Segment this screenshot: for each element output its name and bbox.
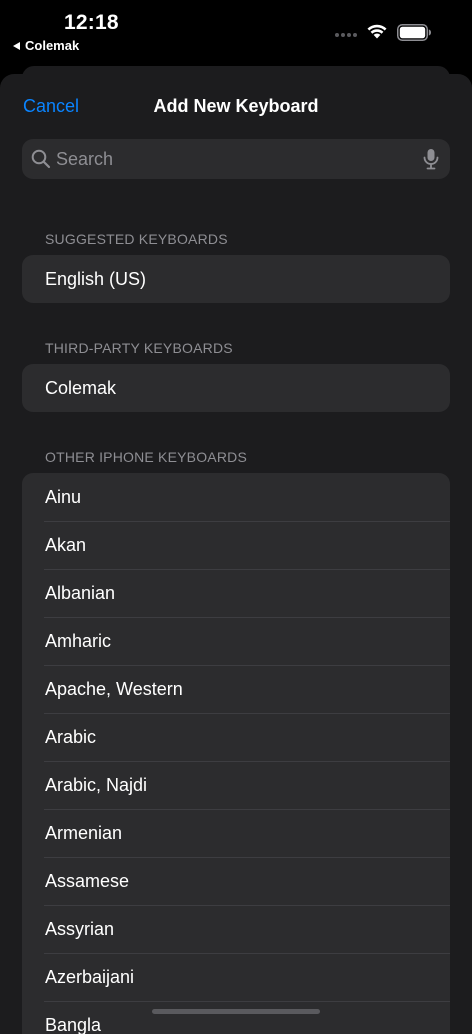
keyboard-row[interactable]: English (US): [22, 255, 450, 303]
cellular-signal-icon: [335, 33, 357, 37]
wifi-icon: [367, 24, 387, 39]
add-keyboard-sheet: Cancel Add New Keyboard SUGGESTED KEYBOA…: [0, 74, 472, 1034]
keyboard-row[interactable]: Akan: [22, 521, 450, 569]
keyboard-row[interactable]: Amharic: [22, 617, 450, 665]
magnifier-icon: [31, 149, 51, 169]
keyboard-row[interactable]: Arabic: [22, 713, 450, 761]
other-keyboards-list: Ainu Akan Albanian Amharic Apache, Weste…: [22, 473, 450, 1034]
battery-icon: [397, 24, 431, 41]
status-time: 12:18: [64, 11, 119, 34]
back-app-label: Colemak: [25, 38, 80, 53]
section-header-other: OTHER IPHONE KEYBOARDS: [45, 449, 247, 465]
keyboard-row[interactable]: Albanian: [22, 569, 450, 617]
section-header-suggested: SUGGESTED KEYBOARDS: [45, 231, 228, 247]
keyboard-row[interactable]: Colemak: [22, 364, 450, 412]
keyboard-row[interactable]: Ainu: [22, 473, 450, 521]
home-indicator[interactable]: [152, 1009, 320, 1014]
back-triangle-icon: [13, 41, 20, 50]
status-bar: 12:18 Colemak: [0, 0, 472, 62]
search-bar[interactable]: [22, 139, 450, 179]
keyboard-row[interactable]: Apache, Western: [22, 665, 450, 713]
suggested-keyboards-list: English (US): [22, 255, 450, 303]
keyboard-row[interactable]: Arabic, Najdi: [22, 761, 450, 809]
keyboard-row[interactable]: Bangla: [22, 1001, 450, 1034]
third-party-keyboards-list: Colemak: [22, 364, 450, 412]
keyboard-row[interactable]: Assamese: [22, 857, 450, 905]
microphone-icon[interactable]: [422, 148, 440, 170]
section-header-third-party: THIRD-PARTY KEYBOARDS: [45, 340, 233, 356]
keyboard-row[interactable]: Armenian: [22, 809, 450, 857]
search-input[interactable]: [56, 139, 406, 179]
keyboard-row[interactable]: Assyrian: [22, 905, 450, 953]
back-to-app-button[interactable]: Colemak: [13, 38, 79, 53]
page-title: Add New Keyboard: [153, 96, 319, 116]
keyboard-row[interactable]: Azerbaijani: [22, 953, 450, 1001]
nav-bar: Cancel Add New Keyboard: [0, 74, 472, 138]
